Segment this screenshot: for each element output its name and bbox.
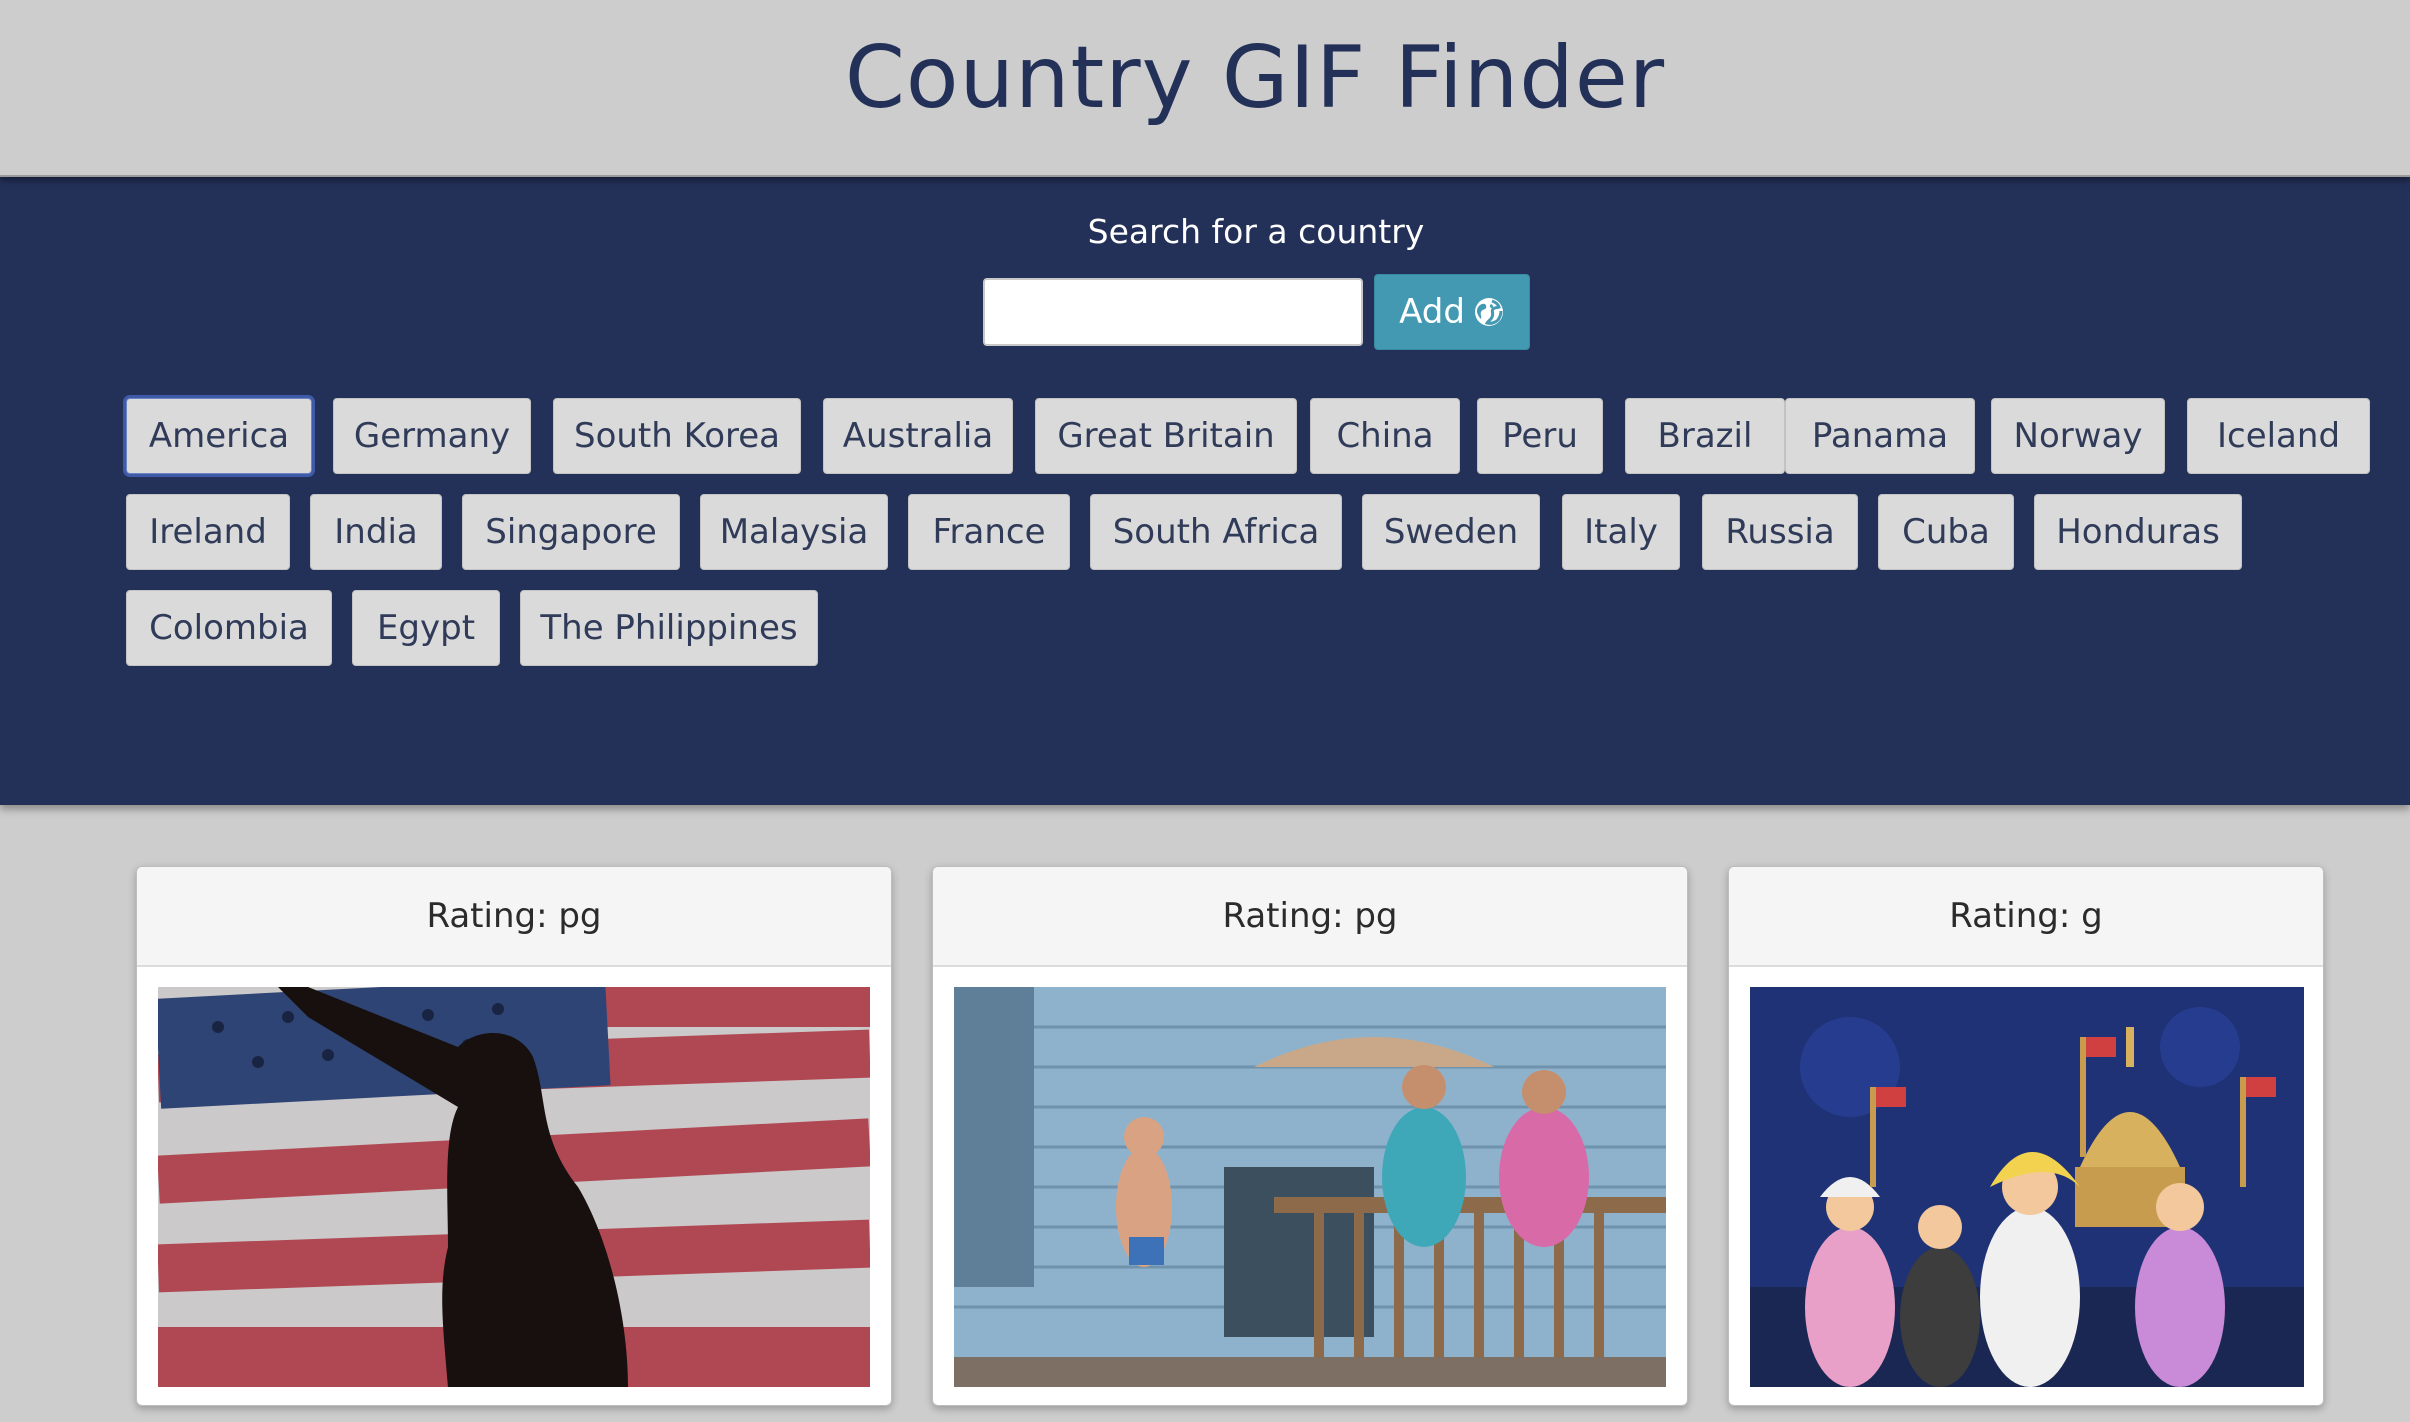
country-button-peru[interactable]: Peru bbox=[1477, 398, 1603, 474]
country-button-china[interactable]: China bbox=[1310, 398, 1460, 474]
gif-rating: Rating: pg bbox=[933, 867, 1687, 967]
country-button-germany[interactable]: Germany bbox=[333, 398, 531, 474]
gif-image-flag-silhouette[interactable] bbox=[158, 987, 870, 1387]
country-button-singapore[interactable]: Singapore bbox=[462, 494, 680, 570]
country-button-colombia[interactable]: Colombia bbox=[126, 590, 332, 666]
search-input[interactable] bbox=[983, 278, 1363, 346]
globe-icon bbox=[1473, 296, 1505, 328]
gif-card[interactable]: Rating: pg bbox=[136, 866, 892, 1406]
page-title: Country GIF Finder bbox=[844, 28, 1666, 128]
add-button[interactable]: Add bbox=[1374, 274, 1530, 350]
country-button-iceland[interactable]: Iceland bbox=[2187, 398, 2370, 474]
country-button-the-philippines[interactable]: The Philippines bbox=[520, 590, 818, 666]
add-button-label: Add bbox=[1399, 292, 1465, 332]
country-button-south-africa[interactable]: South Africa bbox=[1090, 494, 1342, 570]
country-button-italy[interactable]: Italy bbox=[1562, 494, 1680, 570]
gif-card[interactable]: Rating: g bbox=[1728, 866, 2324, 1406]
country-button-norway[interactable]: Norway bbox=[1991, 398, 2165, 474]
gif-image-porch-party[interactable] bbox=[954, 987, 1666, 1387]
country-button-panama[interactable]: Panama bbox=[1785, 398, 1975, 474]
gif-rating: Rating: pg bbox=[137, 867, 891, 967]
search-label: Search for a country bbox=[1087, 212, 1425, 251]
country-button-russia[interactable]: Russia bbox=[1702, 494, 1858, 570]
country-button-australia[interactable]: Australia bbox=[823, 398, 1013, 474]
country-button-cuba[interactable]: Cuba bbox=[1878, 494, 2014, 570]
country-button-america[interactable]: America bbox=[126, 398, 312, 474]
country-button-great-britain[interactable]: Great Britain bbox=[1035, 398, 1297, 474]
search-panel bbox=[0, 177, 2410, 805]
top-header: Country GIF Finder bbox=[0, 0, 2410, 177]
country-button-india[interactable]: India bbox=[310, 494, 442, 570]
country-button-egypt[interactable]: Egypt bbox=[352, 590, 500, 666]
country-button-brazil[interactable]: Brazil bbox=[1625, 398, 1785, 474]
gif-image-cartoon-capitol[interactable] bbox=[1750, 987, 2304, 1387]
country-button-south-korea[interactable]: South Korea bbox=[553, 398, 801, 474]
country-button-honduras[interactable]: Honduras bbox=[2034, 494, 2242, 570]
country-button-sweden[interactable]: Sweden bbox=[1362, 494, 1540, 570]
country-button-france[interactable]: France bbox=[908, 494, 1070, 570]
country-button-malaysia[interactable]: Malaysia bbox=[700, 494, 888, 570]
gif-rating: Rating: g bbox=[1729, 867, 2323, 967]
gif-card[interactable]: Rating: pg bbox=[932, 866, 1688, 1406]
country-button-ireland[interactable]: Ireland bbox=[126, 494, 290, 570]
